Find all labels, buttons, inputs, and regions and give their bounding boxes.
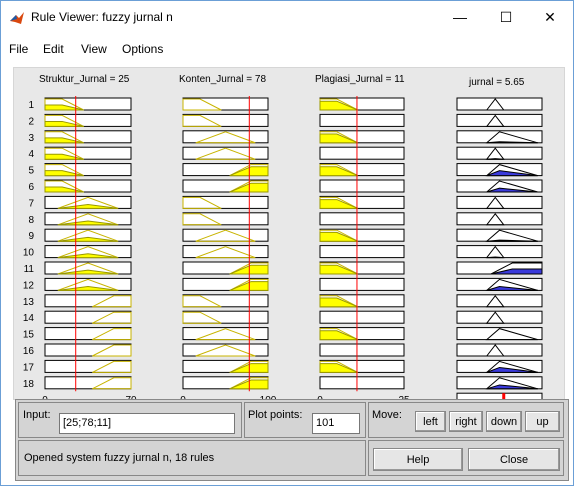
rule-7-cell-2[interactable]	[182, 195, 269, 209]
rule-number: 8	[28, 215, 34, 226]
input-panel: Input: [25;78;11]	[18, 402, 242, 438]
rule-4-cell-3[interactable]	[319, 146, 405, 160]
close-window-button[interactable]: ✕	[527, 1, 573, 33]
plot-points-field[interactable]: 101	[312, 413, 360, 434]
plot-points-label: Plot points:	[248, 409, 303, 421]
rule-number: 13	[23, 297, 35, 308]
rule-1-cell-2[interactable]	[182, 97, 269, 111]
menu-bar: File Edit View Options	[1, 39, 573, 61]
input-label: Input:	[23, 409, 51, 421]
rule-number: 4	[28, 149, 34, 160]
rule-18-cell-3[interactable]	[319, 376, 405, 390]
move-down-button[interactable]: down	[486, 411, 522, 432]
rule-8-cell-2[interactable]	[182, 212, 269, 226]
rule-6-cell-3[interactable]	[319, 179, 405, 193]
rule-number: 10	[23, 248, 35, 259]
rule-13-cell-2[interactable]	[182, 294, 269, 308]
rule-4-output-mf-fill	[486, 158, 504, 160]
rule-number: 2	[28, 116, 34, 127]
rule-number: 15	[23, 330, 35, 341]
action-panel: Help Close	[368, 440, 564, 476]
maximize-button[interactable]: ☐	[483, 1, 529, 33]
rule-16-cell-1[interactable]	[44, 343, 132, 357]
rule-18-cell-1[interactable]	[44, 376, 132, 390]
move-right-button[interactable]: right	[449, 411, 483, 432]
rule-number: 16	[23, 346, 35, 357]
rule-3-cell-2[interactable]	[182, 130, 269, 144]
rule-number: 11	[24, 264, 35, 275]
rule-14-cell-2[interactable]	[182, 310, 269, 324]
rule-number: 12	[23, 280, 35, 291]
status-panel: Opened system fuzzy jurnal n, 18 rules	[18, 440, 366, 476]
move-left-button[interactable]: left	[415, 411, 446, 432]
rule-number: 7	[28, 198, 34, 209]
column-header-3: Plagiasi_Jurnal = 11	[315, 74, 405, 85]
menu-edit[interactable]: Edit	[43, 42, 64, 56]
rule-16-cell-3[interactable]	[319, 343, 405, 357]
rule-number: 14	[23, 313, 35, 324]
column-header-2: Konten_Jurnal = 78	[179, 74, 266, 85]
column-header-1: Struktur_Jurnal = 25	[39, 74, 130, 85]
rule-plot-area: Struktur_Jurnal = 25 Konten_Jurnal = 78 Pl…	[13, 67, 565, 406]
help-button[interactable]: Help	[373, 448, 463, 471]
control-panel: Input: [25;78;11] Plot points: 101 Move:…	[15, 399, 569, 481]
move-label: Move:	[372, 409, 402, 421]
rule-3-cell-4[interactable]	[456, 130, 543, 144]
rule-number: 6	[28, 182, 34, 193]
rule-14-cell-3[interactable]	[319, 310, 405, 324]
rule-15-cell-1[interactable]	[44, 327, 132, 341]
rule-14-cell-1[interactable]	[44, 310, 132, 324]
minimize-button[interactable]: —	[437, 1, 483, 33]
input-field[interactable]: [25;78;11]	[59, 413, 235, 434]
rule-number: 9	[28, 231, 34, 242]
title-bar[interactable]: Rule Viewer: fuzzy jurnal n — ☐ ✕	[1, 1, 573, 33]
column-header-4: jurnal = 5.65	[468, 77, 525, 88]
rule-8-cell-3[interactable]	[319, 212, 405, 226]
rule-9-cell-4[interactable]	[456, 228, 543, 242]
rule-10-output-mf-fill	[486, 256, 504, 259]
menu-options[interactable]: Options	[122, 42, 163, 56]
rule-number: 18	[23, 379, 35, 390]
rule-12-cell-3[interactable]	[319, 277, 405, 291]
menu-file[interactable]: File	[9, 42, 28, 56]
rule-16-cell-2[interactable]	[182, 343, 269, 357]
rule-2-cell-2[interactable]	[182, 113, 269, 127]
rule-15-cell-2[interactable]	[182, 327, 269, 341]
plot-points-panel: Plot points: 101	[244, 402, 366, 438]
rule-2-cell-3[interactable]	[319, 113, 405, 127]
matlab-icon	[10, 12, 24, 24]
rule-4-cell-2[interactable]	[182, 146, 269, 160]
move-panel: Move: left right down up	[368, 402, 564, 438]
move-up-button[interactable]: up	[525, 411, 560, 432]
rule-number: 1	[28, 100, 34, 111]
rule-13-cell-1[interactable]	[44, 294, 132, 308]
window-title: Rule Viewer: fuzzy jurnal n	[31, 10, 173, 24]
close-button[interactable]: Close	[468, 448, 560, 471]
menu-view[interactable]: View	[81, 42, 107, 56]
rule-plot[interactable]: Struktur_Jurnal = 25 Konten_Jurnal = 78 Pl…	[14, 68, 564, 406]
rule-9-cell-2[interactable]	[182, 228, 269, 242]
rule-viewer-window: Rule Viewer: fuzzy jurnal n — ☐ ✕ File E…	[0, 0, 574, 486]
status-text: Opened system fuzzy jurnal n, 18 rules	[24, 452, 215, 464]
rule-number: 5	[28, 166, 34, 177]
rule-10-cell-2[interactable]	[182, 245, 269, 259]
rule-17-cell-1[interactable]	[44, 359, 132, 373]
rule-number: 3	[28, 133, 34, 144]
rule-10-cell-3[interactable]	[319, 245, 405, 259]
rule-15-cell-4[interactable]	[456, 327, 543, 341]
rule-number: 17	[23, 362, 35, 373]
